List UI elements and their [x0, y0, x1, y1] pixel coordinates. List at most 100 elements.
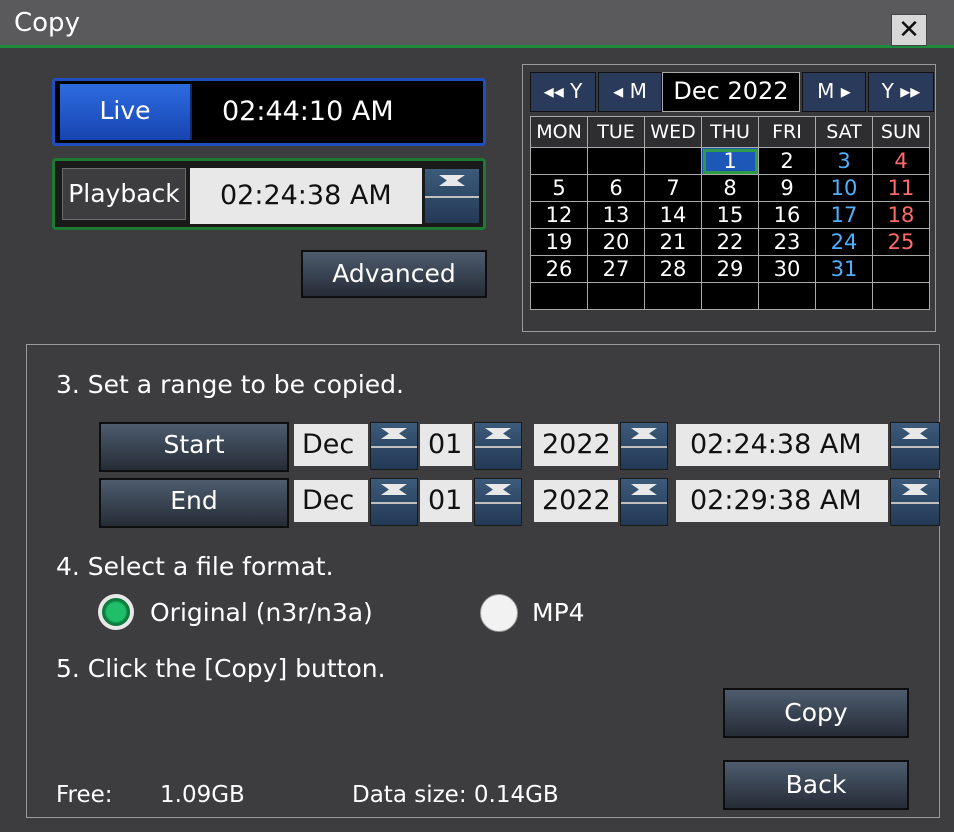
weekday-label: MON [530, 116, 588, 148]
calendar-day[interactable]: 29 [701, 255, 759, 283]
calendar-day [872, 282, 930, 310]
calendar-week-row [530, 282, 930, 310]
calendar-day[interactable]: 30 [758, 255, 816, 283]
calendar-day[interactable]: 5 [530, 174, 588, 202]
calendar-day[interactable]: 3 [815, 147, 873, 175]
calendar-day[interactable]: 19 [530, 228, 588, 256]
weekday-label: FRI [758, 116, 816, 148]
calendar-day[interactable]: 26 [530, 255, 588, 283]
calendar-day [872, 255, 930, 283]
window-title: Copy [14, 8, 80, 38]
calendar-day[interactable]: 31 [815, 255, 873, 283]
calendar-day[interactable]: 28 [644, 255, 702, 283]
start-time-field[interactable]: 02:24:38 AM [676, 424, 888, 466]
data-size: Data size: 0.14GB [352, 782, 559, 808]
radio-mp4[interactable] [480, 594, 518, 632]
calendar-day[interactable]: 18 [872, 201, 930, 229]
end-day-field[interactable]: 01 [420, 480, 472, 522]
calendar-day[interactable]: 12 [530, 201, 588, 229]
next-month-button[interactable]: M ▸ [802, 72, 866, 112]
calendar-day [701, 282, 759, 310]
weekday-header-row: MON TUE WED THU FRI SAT SUN [530, 116, 930, 148]
end-button[interactable]: End [99, 478, 289, 528]
prev-month-button[interactable]: ◂ M [598, 72, 662, 112]
calendar-day[interactable]: 4 [872, 147, 930, 175]
calendar-day[interactable]: 16 [758, 201, 816, 229]
end-month-field[interactable]: Dec [294, 480, 368, 522]
start-month-field[interactable]: Dec [294, 424, 368, 466]
calendar-day[interactable]: 23 [758, 228, 816, 256]
close-icon[interactable]: ✕ [891, 14, 927, 46]
calendar-day [587, 147, 645, 175]
start-day-spinner[interactable] [474, 422, 522, 470]
free-space-label: Free: [56, 782, 113, 808]
calendar-day[interactable]: 25 [872, 228, 930, 256]
end-time-field[interactable]: 02:29:38 AM [676, 480, 888, 522]
calendar-week-row: 19 20 21 22 23 24 25 [530, 228, 930, 256]
calendar-day[interactable]: 13 [587, 201, 645, 229]
start-month-spinner[interactable] [370, 422, 418, 470]
calendar-day [758, 282, 816, 310]
calendar-day[interactable]: 7 [644, 174, 702, 202]
radio-original-label: Original (n3r/n3a) [150, 598, 373, 627]
free-space-value: 1.09GB [160, 782, 245, 808]
live-time: 02:44:10 AM [222, 96, 394, 127]
prev-year-button[interactable]: ◂◂ Y [530, 72, 596, 112]
step3-label: 3. Set a range to be copied. [56, 370, 404, 399]
copy-button[interactable]: Copy [723, 688, 909, 738]
start-year-field[interactable]: 2022 [534, 424, 618, 466]
weekday-label: SAT [815, 116, 873, 148]
calendar-day [815, 282, 873, 310]
calendar-day[interactable]: 27 [587, 255, 645, 283]
calendar-day [530, 147, 588, 175]
calendar-grid: MON TUE WED THU FRI SAT SUN 1 2 3 4 5 6 7 8 9 10 1… [530, 116, 930, 310]
title-bar [0, 0, 954, 48]
calendar-month-label: Dec 2022 [662, 72, 800, 112]
start-day-field[interactable]: 01 [420, 424, 472, 466]
live-button[interactable]: Live [60, 84, 192, 140]
calendar-day[interactable]: 8 [701, 174, 759, 202]
spin-down-icon[interactable] [425, 169, 479, 196]
end-year-field[interactable]: 2022 [534, 480, 618, 522]
copy-settings-panel [26, 344, 940, 818]
calendar-day[interactable]: 2 [758, 147, 816, 175]
calendar-day [530, 282, 588, 310]
end-month-spinner[interactable] [370, 478, 418, 526]
calendar-day[interactable]: 15 [701, 201, 759, 229]
calendar-day[interactable]: 14 [644, 201, 702, 229]
calendar-week-row: 5 6 7 8 9 10 11 [530, 174, 930, 202]
weekday-label: THU [701, 116, 759, 148]
end-time-spinner[interactable] [890, 478, 940, 526]
calendar-week-row: 26 27 28 29 30 31 [530, 255, 930, 283]
calendar-day[interactable]: 17 [815, 201, 873, 229]
calendar-week-row: 12 13 14 15 16 17 18 [530, 201, 930, 229]
next-year-button[interactable]: Y ▸▸ [868, 72, 934, 112]
radio-mp4-label: MP4 [532, 598, 585, 627]
step4-label: 4. Select a file format. [56, 552, 334, 581]
start-time-spinner[interactable] [890, 422, 940, 470]
calendar-day [587, 282, 645, 310]
calendar-day[interactable]: 11 [872, 174, 930, 202]
start-button[interactable]: Start [99, 422, 289, 472]
start-year-spinner[interactable] [620, 422, 668, 470]
calendar-day[interactable]: 9 [758, 174, 816, 202]
calendar-day[interactable]: 1 [701, 147, 759, 175]
advanced-button[interactable]: Advanced [301, 250, 487, 298]
calendar-day[interactable]: 21 [644, 228, 702, 256]
weekday-label: WED [644, 116, 702, 148]
calendar-day[interactable]: 10 [815, 174, 873, 202]
end-year-spinner[interactable] [620, 478, 668, 526]
calendar-day[interactable]: 22 [701, 228, 759, 256]
calendar-day[interactable]: 24 [815, 228, 873, 256]
back-button[interactable]: Back [723, 760, 909, 810]
calendar-day[interactable]: 20 [587, 228, 645, 256]
radio-original[interactable] [98, 594, 134, 630]
playback-label: Playback [62, 168, 186, 220]
step5-label: 5. Click the [Copy] button. [56, 654, 386, 683]
end-day-spinner[interactable] [474, 478, 522, 526]
weekday-label: SUN [872, 116, 930, 148]
calendar-day [644, 147, 702, 175]
calendar-day[interactable]: 6 [587, 174, 645, 202]
playback-time-field[interactable]: 02:24:38 AM [190, 168, 422, 224]
playback-time-spinner[interactable] [424, 168, 480, 224]
